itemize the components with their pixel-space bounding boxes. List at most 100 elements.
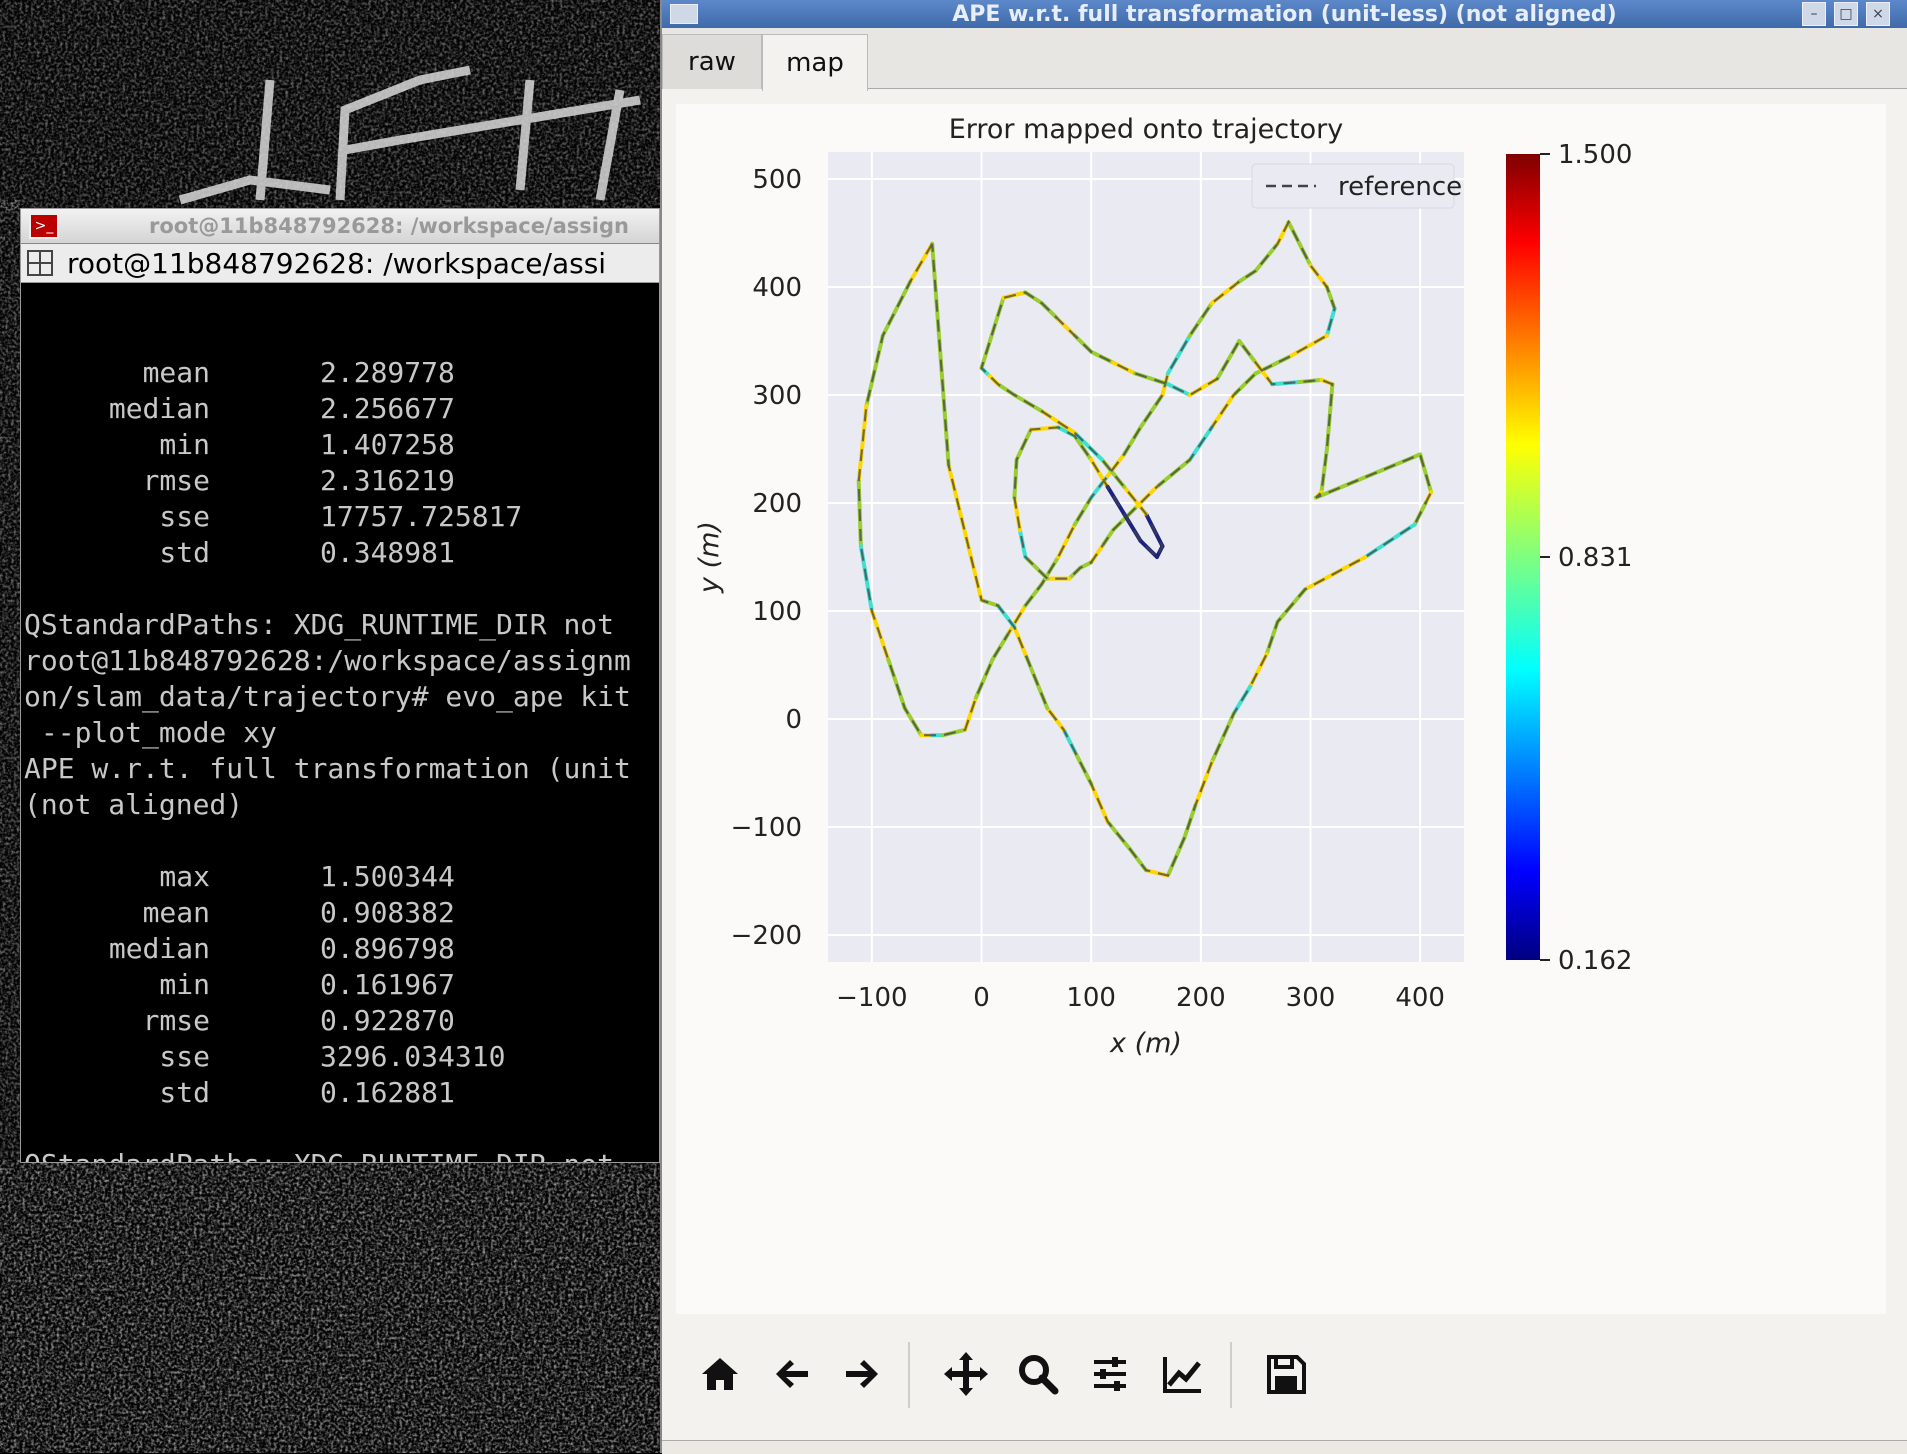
stat-key: std [159, 1076, 210, 1109]
terminal-line: on/slam_data/trajectory# evo_ape kit [24, 680, 631, 713]
plot-window-title: APE w.r.t. full transformation (unit-les… [952, 1, 1617, 27]
y-tick-label: 300 [752, 381, 802, 411]
stat-value: 0.348981 [320, 536, 455, 569]
stat-value: 0.922870 [320, 1004, 455, 1037]
configure-subplots-icon[interactable] [1082, 1346, 1138, 1402]
terminal-last-line: QStandardPaths: XDG_RUNTIME_DIR not [24, 1147, 659, 1162]
stats1-row: min 1.407258 [24, 427, 659, 463]
x-tick-label: 100 [1066, 983, 1116, 1013]
x-tick-label: 200 [1176, 983, 1226, 1013]
y-tick-label: 500 [752, 165, 802, 195]
stat-value: 17757.725817 [320, 500, 523, 533]
x-axis-label: x (m) [1109, 1028, 1182, 1059]
stat-value: 1.500344 [320, 860, 455, 893]
terminal-line: (not aligned) [24, 788, 244, 821]
terminal-titlebar[interactable]: >_ root@11b848792628: /workspace/assign [21, 209, 659, 244]
stats1-row: std 0.348981 [24, 535, 659, 571]
stat-key: min [159, 428, 210, 461]
figure-canvas[interactable]: Error mapped onto trajectory −100 0 100 200 3… [676, 104, 1886, 1314]
y-tick-label: −200 [731, 921, 802, 951]
trajectory-chart[interactable]: Error mapped onto trajectory −100 0 100 200 3… [676, 104, 1886, 1314]
stats1-row: sse 17757.725817 [24, 499, 659, 535]
terminal-line: QStandardPaths: XDG_RUNTIME_DIR not [24, 608, 615, 641]
stat-value: 2.289778 [320, 356, 455, 389]
navigation-toolbar [662, 1320, 1907, 1428]
terminal-output[interactable]: mean 2.289778 median 2.256677 min 1.407258 rms… [21, 283, 659, 1162]
x-tick-label: 0 [973, 983, 990, 1013]
stats2-row: rmse 0.922870 [24, 1003, 659, 1039]
plot-window-titlebar[interactable]: APE w.r.t. full transformation (unit-les… [662, 0, 1907, 28]
tab-grid-icon [27, 250, 53, 276]
stat-key: sse [159, 1040, 210, 1073]
stat-value: 0.896798 [320, 932, 455, 965]
colorbar-tick-label: 0.831 [1558, 543, 1632, 573]
status-bar [662, 1440, 1907, 1454]
stat-value: 0.161967 [320, 968, 455, 1001]
stat-value: 3296.034310 [320, 1040, 506, 1073]
close-button[interactable]: × [1866, 2, 1890, 26]
plot-window[interactable]: APE w.r.t. full transformation (unit-les… [660, 0, 1907, 1454]
stat-key: max [159, 860, 210, 893]
terminal-icon: >_ [29, 213, 59, 239]
terminal-window-title: root@11b848792628: /workspace/assign [149, 214, 629, 238]
stat-value: 1.407258 [320, 428, 455, 461]
stat-key: median [108, 392, 210, 425]
stat-key: median [108, 932, 210, 965]
colorbar [1506, 154, 1540, 960]
legend-label: reference [1338, 172, 1462, 202]
back-arrow-icon[interactable] [764, 1346, 820, 1402]
stats1-row: median 2.256677 [24, 391, 659, 427]
terminal-window[interactable]: >_ root@11b848792628: /workspace/assign … [20, 208, 660, 1163]
command-lines: QStandardPaths: XDG_RUNTIME_DIR not root@… [24, 607, 659, 823]
stats2-row: mean 0.908382 [24, 895, 659, 931]
terminal-line: root@11b848792628:/workspace/assignm [24, 644, 631, 677]
y-axis-label: y (m) [694, 521, 725, 594]
stats2-row: min 0.161967 [24, 967, 659, 1003]
y-tick-label: −100 [731, 813, 802, 843]
stat-key: rmse [142, 1004, 210, 1037]
plot-tab-bar: raw map [662, 28, 1907, 91]
stat-value: 2.316219 [320, 464, 455, 497]
stats2-row: max 1.500344 [24, 859, 659, 895]
stats-block-1: mean 2.289778 median 2.256677 min 1.407258 rms… [24, 355, 659, 571]
y-tick-label: 200 [752, 489, 802, 519]
x-tick-label: 300 [1286, 983, 1336, 1013]
tab-raw[interactable]: raw [662, 34, 762, 89]
toolbar-separator [1230, 1342, 1232, 1408]
tab-map[interactable]: map [762, 34, 868, 91]
x-tick-label: −100 [836, 983, 907, 1013]
stats1-row: rmse 2.316219 [24, 463, 659, 499]
colorbar-tick-label: 0.162 [1558, 946, 1632, 976]
edit-axis-icon[interactable] [1154, 1346, 1210, 1402]
stat-key: mean [142, 896, 210, 929]
terminal-tab-title: root@11b848792628: /workspace/assi [67, 246, 607, 280]
stats2-row: median 0.896798 [24, 931, 659, 967]
colorbar-tick-label: 1.500 [1558, 140, 1632, 170]
stat-key: rmse [142, 464, 210, 497]
stat-key: mean [142, 356, 210, 389]
stat-key: std [159, 536, 210, 569]
forward-arrow-icon[interactable] [834, 1346, 890, 1402]
terminal-tab[interactable]: root@11b848792628: /workspace/assi [21, 244, 659, 283]
save-icon[interactable] [1258, 1346, 1314, 1402]
stat-value: 2.256677 [320, 392, 455, 425]
zoom-icon[interactable] [1010, 1346, 1066, 1402]
x-tick-label: 400 [1395, 983, 1445, 1013]
y-tick-label: 100 [752, 597, 802, 627]
minimize-button[interactable]: – [1802, 2, 1826, 26]
stats2-row: sse 3296.034310 [24, 1039, 659, 1075]
stats1-row: mean 2.289778 [24, 355, 659, 391]
stat-value: 0.162881 [320, 1076, 455, 1109]
terminal-line: APE w.r.t. full transformation (unit [24, 752, 631, 785]
stat-value: 0.908382 [320, 896, 455, 929]
stats2-row: std 0.162881 [24, 1075, 659, 1111]
stat-key: min [159, 968, 210, 1001]
stats-block-2: max 1.500344 mean 0.908382 median 0.896798 min… [24, 859, 659, 1111]
terminal-line: --plot_mode xy [24, 716, 277, 749]
y-tick-label: 400 [752, 273, 802, 303]
home-icon[interactable] [692, 1346, 748, 1402]
y-tick-label: 0 [785, 705, 802, 735]
maximize-button[interactable]: □ [1834, 2, 1858, 26]
chart-title: Error mapped onto trajectory [949, 114, 1344, 145]
pan-icon[interactable] [938, 1346, 994, 1402]
